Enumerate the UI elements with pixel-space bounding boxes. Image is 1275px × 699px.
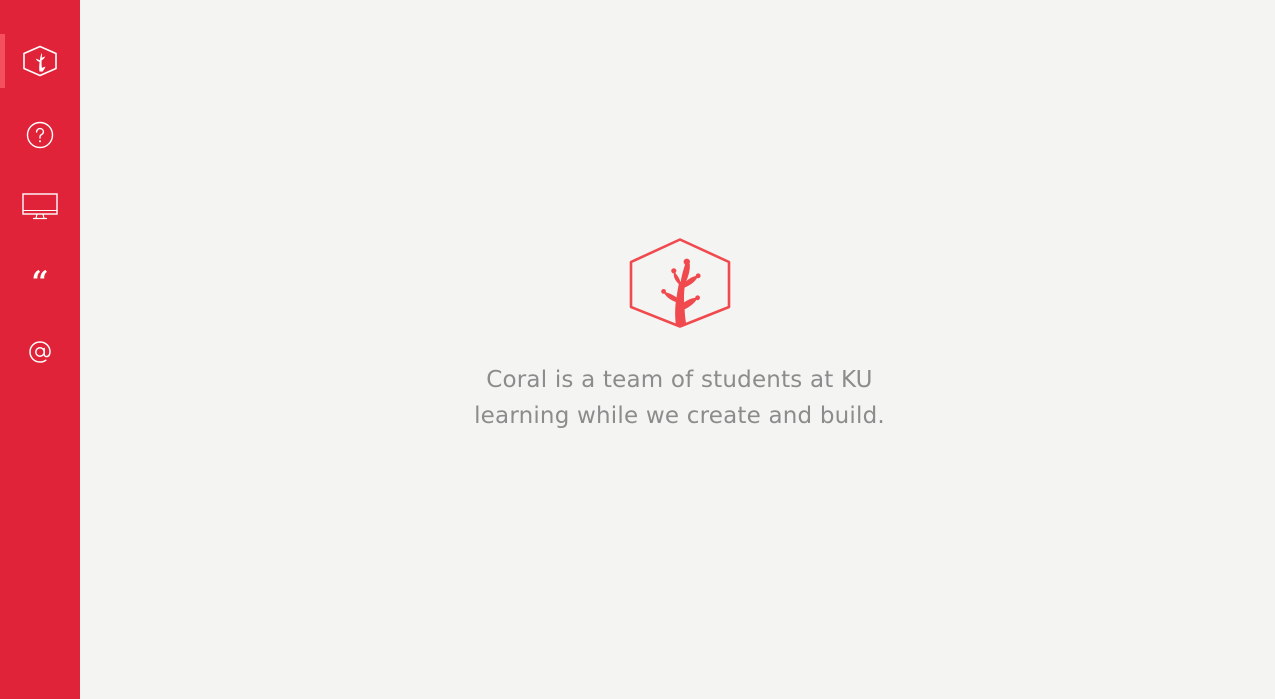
- at-sign-icon: [29, 341, 51, 363]
- sidebar-item-testimonials[interactable]: “: [0, 252, 80, 306]
- tagline-line-1: Coral is a team of students at KU: [486, 367, 873, 393]
- coral-logo-icon: [629, 238, 731, 328]
- tagline: Coral is a team of students at KU learni…: [80, 362, 1275, 434]
- main-content: Coral is a team of students at KU learni…: [80, 0, 1275, 699]
- monitor-icon: [22, 193, 58, 220]
- sidebar-item-work[interactable]: [0, 180, 80, 234]
- tagline-line-2: learning while we create and build.: [474, 403, 885, 429]
- question-circle-icon: [26, 121, 54, 149]
- sidebar: “: [0, 0, 80, 699]
- coral-logo-icon: [23, 45, 57, 77]
- quote-icon: “: [31, 268, 49, 290]
- sidebar-item-contact[interactable]: [0, 325, 80, 379]
- sidebar-item-home[interactable]: [0, 34, 80, 88]
- sidebar-item-about[interactable]: [0, 108, 80, 162]
